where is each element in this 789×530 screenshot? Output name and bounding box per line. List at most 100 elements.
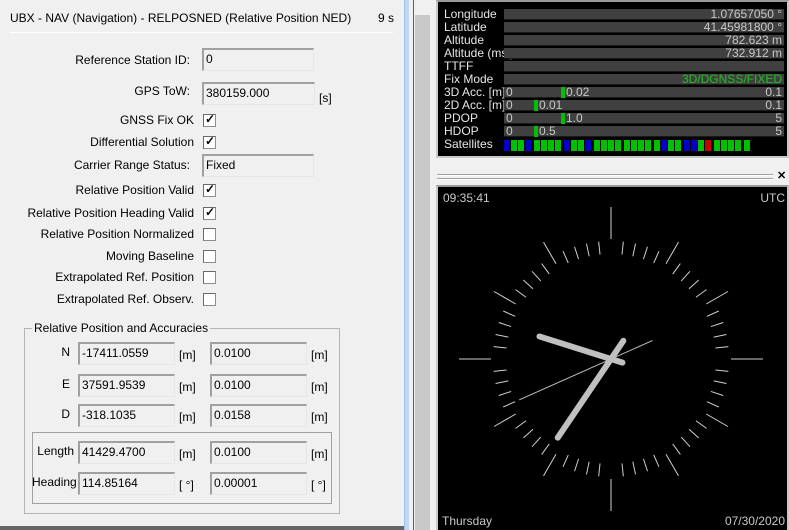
satellite-signal-bar (638, 140, 644, 151)
clock-tick (653, 250, 660, 264)
clock-tick (688, 279, 700, 290)
flag-checkbox[interactable]: ✓ (203, 205, 216, 220)
flag-checkbox[interactable]: ✓ (203, 134, 216, 149)
clock-tick (621, 463, 624, 477)
gps-row-label: Longitude (444, 7, 497, 21)
clock-tick (706, 401, 720, 408)
gps-row-label: TTFF (444, 59, 474, 73)
flag-checkbox[interactable] (203, 228, 216, 241)
satellites-label: Satellites (444, 137, 493, 151)
clock-tick (515, 420, 527, 429)
scrollbar-track[interactable] (415, 15, 430, 530)
relpos-accuracy-field[interactable]: 0.0100 (210, 374, 307, 397)
clock-tick (632, 461, 637, 475)
close-icon[interactable]: ✕ (777, 170, 786, 182)
relposned-panel: UBX - NAV (Navigation) - RELPOSNED (Rela… (0, 0, 404, 530)
clock-timezone: UTC (760, 191, 785, 205)
satellite-signal-bar (615, 140, 621, 151)
clock-tick (515, 289, 527, 298)
relpos-label: D (61, 407, 70, 421)
gps-row-value: 3D/DGNSS/FIXED (681, 72, 782, 86)
satellite-signal-bar (728, 140, 734, 151)
gps-bar-value: 0.02 (566, 85, 590, 99)
satellite-signal-bar (518, 140, 524, 151)
gps-tow-field[interactable]: 380159.000 (202, 82, 315, 105)
relpos-value-field[interactable]: 41429.4700 (78, 441, 175, 464)
clock-panel-header[interactable] (436, 168, 789, 184)
relpos-accuracy-unit: [m] (311, 380, 328, 394)
relpos-accuracy-field[interactable]: 0.00001 (210, 472, 307, 495)
clock-panel: 09:35:41 UTC Thursday 07/30/2020 (436, 185, 789, 530)
clock-tick (531, 436, 542, 448)
relpos-unit: [m] (179, 348, 196, 362)
gps-bar-max: 0.1 (765, 98, 782, 112)
gps-status-panel: Longitude 1.07657050 ° Latitude 41.45981800… (436, 0, 789, 158)
satellite-signal-bar (541, 140, 547, 151)
relpos-label: Length (37, 444, 74, 458)
clock-tick (706, 310, 720, 317)
satellite-signal-bar (661, 140, 667, 151)
relpos-accuracy-unit: [m] (311, 348, 328, 362)
gps-row-value: 41.45981800 ° (703, 20, 782, 34)
clock-tick (632, 243, 637, 257)
satellite-signal-bar (744, 140, 750, 151)
satellite-signal-bar (511, 140, 517, 151)
flag-label: Relative Position Valid (75, 183, 194, 197)
clock-tick (642, 458, 648, 472)
clock-tick (706, 291, 729, 305)
clock-tick (710, 322, 724, 328)
relpos-accuracy-unit: [m] (311, 410, 328, 424)
clock-tick (541, 443, 550, 455)
clock-tick (541, 263, 550, 275)
relpos-value-field[interactable]: 37591.9539 (78, 374, 175, 397)
clock-tick (713, 333, 727, 338)
relpos-unit: [ °] (179, 478, 194, 492)
drag-grip[interactable] (437, 178, 773, 180)
relpos-accuracy-field[interactable]: 0.0100 (210, 342, 307, 365)
relpos-unit: [m] (179, 380, 196, 394)
gps-bar-marker (534, 126, 538, 137)
gps-bar-label: HDOP (444, 124, 479, 138)
clock-tick (653, 454, 660, 468)
drag-grip[interactable] (437, 174, 773, 176)
gps-bar-track: 0 0.5 5 (504, 124, 784, 138)
satellite-signal-bar (571, 140, 577, 151)
flag-checkbox[interactable] (203, 271, 216, 284)
analog-clock (459, 207, 763, 511)
satellite-signal-bar (578, 140, 584, 151)
relpos-label: E (61, 377, 70, 391)
gps-bar-min: 0 (506, 124, 513, 138)
gps-bar-max: 5 (775, 124, 782, 138)
gps-bar-track: 0 1.0 5 (504, 111, 784, 125)
ref-station-field[interactable]: 0 (202, 48, 314, 71)
flag-checkbox[interactable] (203, 250, 216, 263)
satellite-signal-bar (534, 140, 540, 151)
relpos-accuracy-field[interactable]: 0.0158 (210, 404, 307, 427)
relpos-value-field[interactable]: -17411.0559 (78, 342, 175, 365)
gps-row-label: Altitude (444, 33, 485, 47)
relpos-label: Heading (32, 475, 77, 489)
clock-tick (680, 436, 691, 448)
clock-tick (672, 443, 681, 455)
relpos-accuracy-field[interactable]: 0.0100 (210, 441, 307, 464)
flag-checkbox[interactable]: ✓ (203, 112, 216, 127)
clock-tick (665, 454, 679, 477)
relpos-group-title: Relative Position and Accuracies (32, 321, 211, 335)
flag-checkbox[interactable] (203, 293, 216, 306)
clock-tick (493, 413, 516, 427)
clock-tick (715, 346, 729, 349)
flag-checkbox[interactable]: ✓ (203, 182, 216, 197)
satellite-signal-bar (654, 140, 660, 151)
gps-bar-min: 0 (506, 85, 513, 99)
carrier-range-field[interactable]: Fixed (202, 154, 314, 177)
gps-row-label: Fix Mode (444, 72, 494, 86)
relpos-label: N (61, 345, 70, 359)
satellite-signal-bar (705, 140, 711, 151)
checkmark-icon: ✓ (205, 205, 216, 219)
satellite-signal-bar (585, 140, 591, 151)
relpos-value-field[interactable]: 114.85164 (78, 472, 175, 495)
gps-bar-value: 1.0 (566, 111, 583, 125)
clock-tick (531, 270, 542, 282)
relpos-value-field[interactable]: -318.1035 (78, 404, 175, 427)
ref-station-label: Reference Station ID: (75, 53, 190, 67)
